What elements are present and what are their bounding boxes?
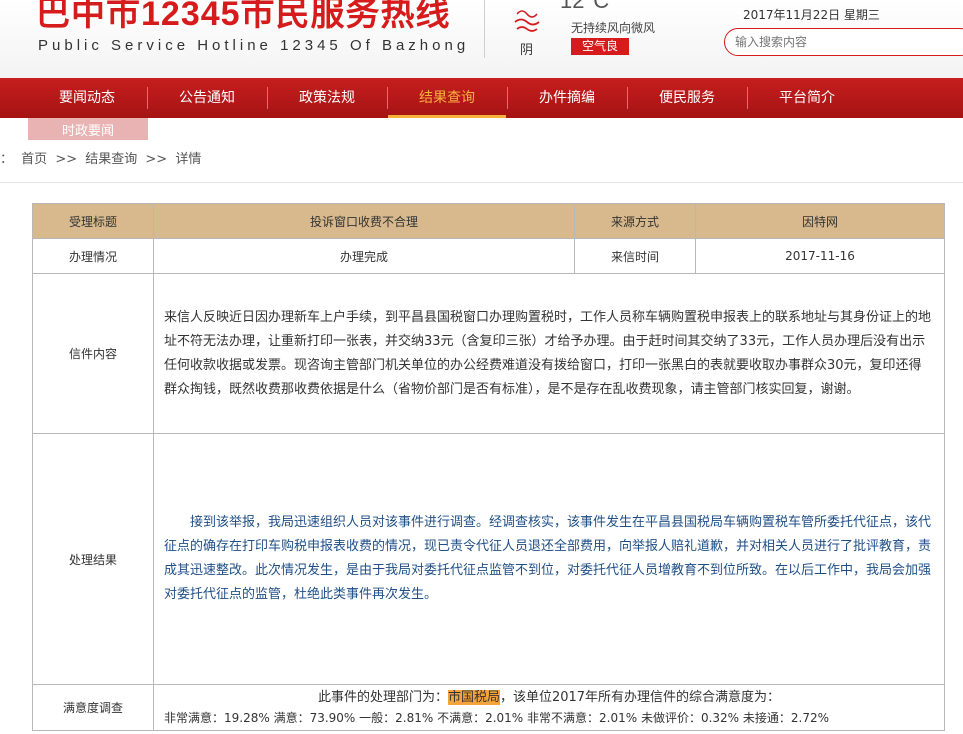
- letter-date: 2017-11-16: [695, 238, 945, 274]
- letter-status: 办理完成: [153, 238, 575, 274]
- temperature: 12°C: [560, 0, 610, 13]
- date-label: 来信时间: [574, 238, 696, 274]
- status-label: 办理情况: [32, 238, 154, 274]
- air-quality-badge: 空气良: [571, 38, 629, 55]
- satisfaction-stats: 非常满意：19.28% 满意：73.90% 一般：2.81% 不满意：2.01%…: [164, 710, 830, 725]
- letter-title: 投诉窗口收费不合理: [153, 203, 575, 239]
- breadcrumb: ： 首页 >> 结果查询 >> 详情: [0, 148, 205, 167]
- nav-item-digest[interactable]: 办件摘编: [508, 78, 626, 118]
- breadcrumb-divider: [0, 182, 963, 183]
- site-header: 巴中市12345市民服务热线 Public Service Hotline 12…: [0, 0, 963, 78]
- main-nav: 要闻动态 公告通知 政策法规 结果查询 办件摘编 便民服务 平台简介: [0, 78, 963, 118]
- nav-item-results[interactable]: 结果查询: [388, 78, 506, 118]
- table-row: 满意度调查 此事件的处理部门为：市国税局，该单位2017年所有办理信件的综合满意…: [32, 684, 945, 731]
- search-input[interactable]: [724, 28, 963, 56]
- satisfaction-survey: 此事件的处理部门为：市国税局，该单位2017年所有办理信件的综合满意度为： 非常…: [153, 684, 945, 731]
- breadcrumb-results[interactable]: 结果查询: [85, 152, 137, 167]
- handling-result: 接到该举报，我局迅速组织人员对该事件进行调查。经调查核实，该事件发生在平昌县国税…: [153, 433, 945, 685]
- satisfaction-label: 满意度调查: [32, 684, 154, 731]
- letter-source: 因特网: [695, 203, 945, 239]
- nav-item-policy[interactable]: 政策法规: [268, 78, 386, 118]
- result-label: 处理结果: [32, 433, 154, 685]
- breadcrumb-home[interactable]: 首页: [21, 152, 47, 167]
- nav-item-news[interactable]: 要闻动态: [28, 78, 146, 118]
- table-row: 处理结果 接到该举报，我局迅速组织人员对该事件进行调查。经调查核实，该事件发生在…: [32, 433, 945, 685]
- satisfaction-prefix: 此事件的处理部门为：: [317, 689, 448, 705]
- table-row: 受理标题 投诉窗口收费不合理 来源方式 因特网: [32, 203, 945, 239]
- breadcrumb-separator: >>: [145, 152, 168, 167]
- nav-subitem-current-affairs[interactable]: 时政要闻: [28, 118, 148, 140]
- weather-text: 阴: [520, 43, 534, 58]
- site-subtitle: Public Service Hotline 12345 Of Bazhong: [38, 37, 470, 54]
- breadcrumb-current: 详情: [175, 152, 202, 167]
- satisfaction-suffix: ，该单位2017年所有办理信件的综合满意度为：: [499, 689, 781, 705]
- nav-item-notices[interactable]: 公告通知: [148, 78, 266, 118]
- content-label: 信件内容: [32, 273, 154, 434]
- letter-detail-table: 受理标题 投诉窗口收费不合理 来源方式 因特网 办理情况 办理完成 来信时间 2…: [32, 203, 945, 731]
- nav-item-services[interactable]: 便民服务: [628, 78, 746, 118]
- site-title[interactable]: 巴中市12345市民服务热线: [36, 0, 451, 35]
- wind-text: 无持续风向微风: [571, 21, 656, 35]
- department-link[interactable]: 市国税局: [447, 689, 500, 705]
- breadcrumb-prefix: ：: [0, 152, 14, 167]
- source-label: 来源方式: [574, 203, 696, 239]
- nav-item-about[interactable]: 平台简介: [748, 78, 866, 118]
- title-label: 受理标题: [32, 203, 154, 239]
- table-row: 办理情况 办理完成 来信时间 2017-11-16: [32, 238, 945, 274]
- current-date: 2017年11月22日 星期三: [743, 8, 880, 22]
- table-row: 信件内容 来信人反映近日因办理新车上户手续，到平昌县国税窗口办理购置税时，工作人…: [32, 273, 945, 434]
- breadcrumb-separator: >>: [55, 152, 78, 167]
- header-divider: [484, 0, 485, 58]
- letter-content: 来信人反映近日因办理新车上户手续，到平昌县国税窗口办理购置税时，工作人员称车辆购…: [153, 273, 945, 434]
- satisfaction-summary: 此事件的处理部门为：市国税局，该单位2017年所有办理信件的综合满意度为：: [154, 688, 944, 708]
- weather-cloudy-icon: [514, 10, 540, 32]
